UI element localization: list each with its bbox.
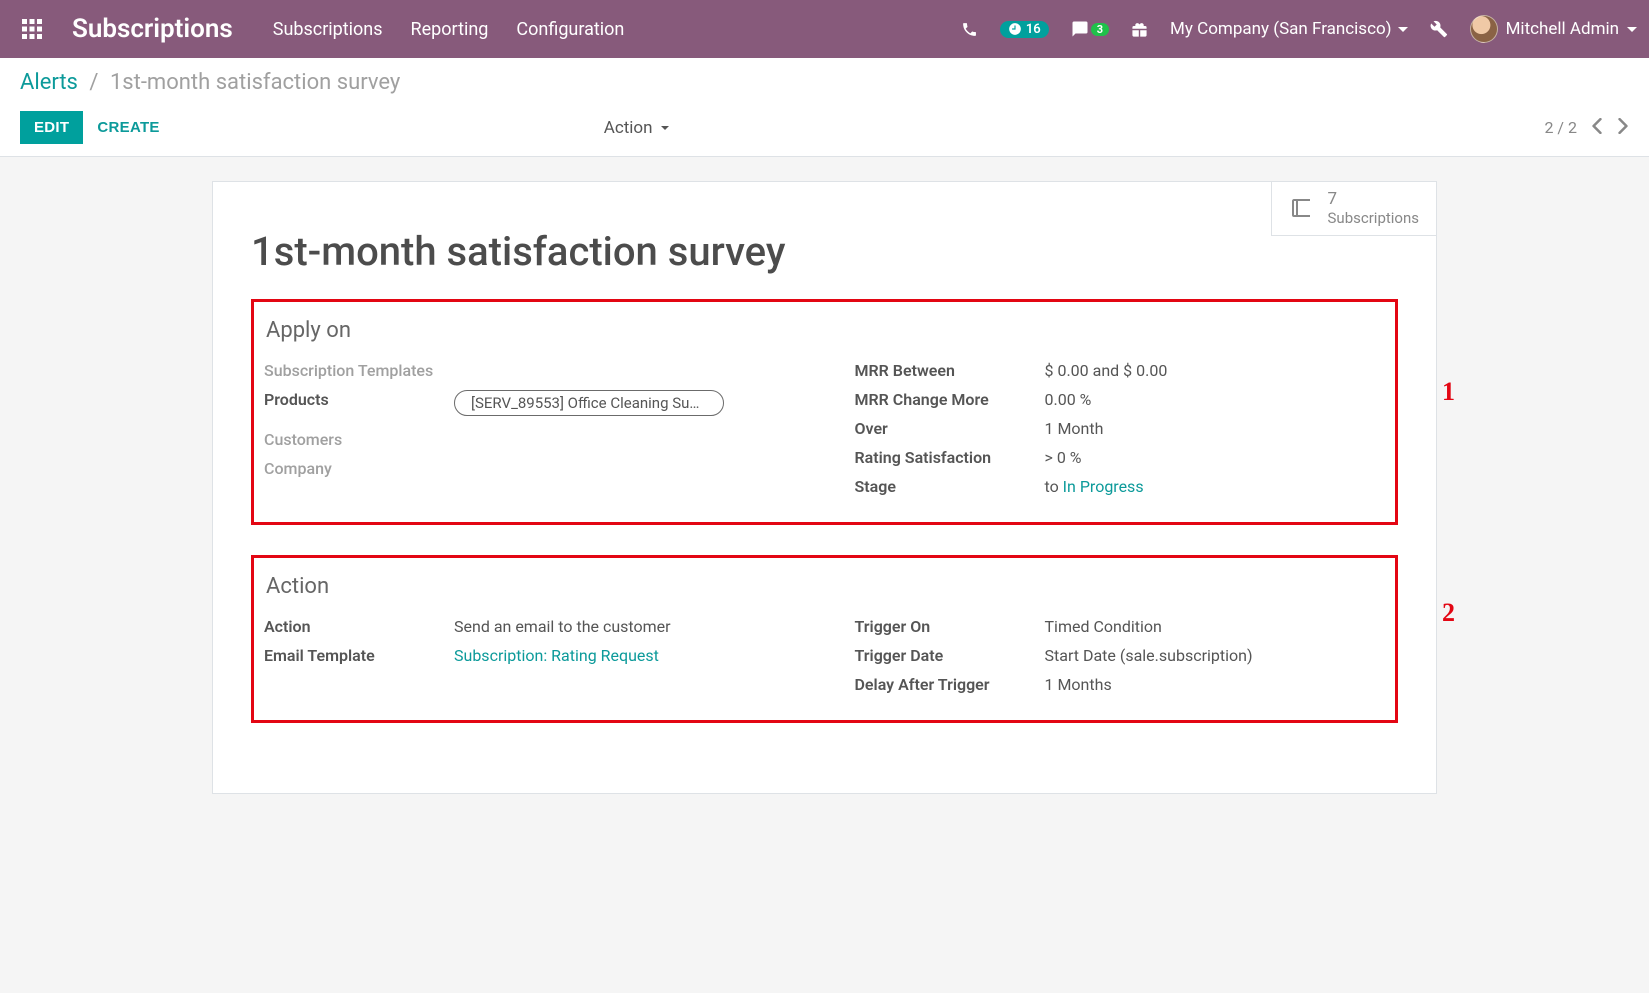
control-bar: Alerts / 1st-month satisfaction survey E… (0, 58, 1649, 157)
breadcrumb: Alerts / 1st-month satisfaction survey (20, 70, 1629, 95)
value-mrr-change: 0.00 % (1045, 390, 1386, 409)
nav-menu-reporting[interactable]: Reporting (411, 19, 489, 40)
value-over: 1 Month (1045, 419, 1386, 438)
value-action: Send an email to the customer (454, 617, 775, 636)
label-company: Company (264, 459, 454, 478)
pager: 2 / 2 (1544, 118, 1629, 138)
section-apply-on: 1 Apply on Subscription Templates Produc… (251, 299, 1398, 525)
activities-badge[interactable]: 16 (1000, 21, 1049, 38)
breadcrumb-parent[interactable]: Alerts (20, 70, 78, 95)
value-email-template: Subscription: Rating Request (454, 646, 775, 665)
stat-label: Subscriptions (1328, 209, 1419, 227)
messages-count: 3 (1091, 23, 1109, 36)
value-company (454, 459, 775, 478)
label-rating: Rating Satisfaction (855, 448, 1045, 467)
label-trigger-date: Trigger Date (855, 646, 1045, 665)
chevron-down-icon (661, 126, 669, 130)
page-title: 1st-month satisfaction survey (251, 228, 1398, 275)
label-email-template: Email Template (264, 646, 454, 665)
value-rating: > 0 % (1045, 448, 1386, 467)
label-customers: Customers (264, 430, 454, 449)
label-subscription-templates: Subscription Templates (264, 361, 454, 380)
value-products: [SERV_89553] Office Cleaning Sub… (454, 390, 775, 420)
product-tag[interactable]: [SERV_89553] Office Cleaning Sub… (454, 390, 724, 416)
top-navbar: Subscriptions Subscriptions Reporting Co… (0, 0, 1649, 58)
annotation-2: 2 (1442, 598, 1455, 628)
value-stage: to In Progress (1045, 477, 1386, 496)
chevron-down-icon (1398, 27, 1408, 32)
stat-count: 7 (1328, 189, 1419, 209)
label-stage: Stage (855, 477, 1045, 496)
stage-to-text: to (1045, 477, 1063, 496)
value-subscription-templates (454, 361, 775, 380)
section-title-apply-on: Apply on (266, 318, 1383, 343)
messages-icon[interactable]: 3 (1071, 20, 1109, 38)
label-trigger-on: Trigger On (855, 617, 1045, 636)
user-name: Mitchell Admin (1506, 19, 1619, 39)
create-button[interactable]: CREATE (83, 111, 173, 144)
label-over: Over (855, 419, 1045, 438)
value-delay: 1 Months (1045, 675, 1386, 694)
stage-link[interactable]: In Progress (1063, 477, 1144, 496)
nav-right: 16 3 My Company (San Francisco) Mitchell… (961, 15, 1637, 43)
nav-menu: Subscriptions Reporting Configuration (273, 19, 625, 40)
nav-menu-subscriptions[interactable]: Subscriptions (273, 19, 383, 40)
form-sheet: 7 Subscriptions 1st-month satisfaction s… (212, 181, 1437, 794)
nav-menu-configuration[interactable]: Configuration (516, 19, 624, 40)
section-action: 2 Action Action Send an email to the cus… (251, 555, 1398, 723)
label-mrr-between: MRR Between (855, 361, 1045, 380)
value-trigger-on: Timed Condition (1045, 617, 1386, 636)
label-mrr-change: MRR Change More (855, 390, 1045, 409)
action-dropdown-label: Action (604, 118, 653, 138)
company-name: My Company (San Francisco) (1170, 19, 1392, 39)
gift-icon[interactable] (1131, 21, 1148, 38)
pager-text: 2 / 2 (1544, 118, 1577, 137)
section-title-action: Action (266, 574, 1383, 599)
stat-subscriptions[interactable]: 7 Subscriptions (1271, 181, 1437, 236)
activities-count: 16 (1026, 22, 1041, 37)
label-action: Action (264, 617, 454, 636)
annotation-1: 1 (1442, 377, 1455, 407)
breadcrumb-sep: / (89, 70, 98, 95)
user-menu[interactable]: Mitchell Admin (1470, 15, 1637, 43)
pager-next[interactable] (1617, 118, 1629, 138)
pager-prev[interactable] (1591, 118, 1603, 138)
edit-button[interactable]: EDIT (20, 111, 83, 144)
breadcrumb-current: 1st-month satisfaction survey (110, 70, 400, 95)
app-title[interactable]: Subscriptions (72, 14, 233, 44)
action-dropdown[interactable]: Action (604, 118, 669, 138)
label-products: Products (264, 390, 454, 420)
phone-icon[interactable] (961, 21, 978, 38)
book-icon (1290, 196, 1314, 220)
value-customers (454, 430, 775, 449)
avatar (1470, 15, 1498, 43)
label-delay: Delay After Trigger (855, 675, 1045, 694)
value-trigger-date: Start Date (sale.subscription) (1045, 646, 1386, 665)
chevron-down-icon (1627, 27, 1637, 32)
debug-icon[interactable] (1430, 20, 1448, 38)
value-mrr-between: $ 0.00 and $ 0.00 (1045, 361, 1386, 380)
company-switcher[interactable]: My Company (San Francisco) (1170, 19, 1408, 39)
email-template-link[interactable]: Subscription: Rating Request (454, 646, 659, 665)
apps-icon[interactable] (12, 9, 52, 49)
